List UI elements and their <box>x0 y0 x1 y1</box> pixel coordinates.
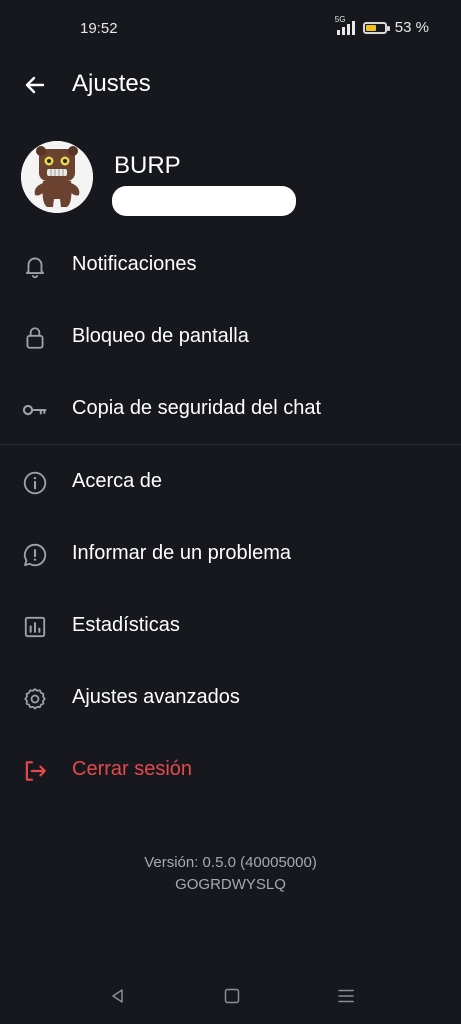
status-indicators: 5G 53 % <box>335 15 429 37</box>
arrow-left-icon <box>25 76 45 94</box>
chart-icon <box>21 613 49 641</box>
menu-label: Cerrar sesión <box>72 758 193 780</box>
menu-item-notificaciones[interactable]: Notificaciones <box>0 228 461 300</box>
menu-label: Informar de un problema <box>72 542 292 564</box>
menu-item-informar-problema[interactable]: Informar de un problema <box>0 517 461 589</box>
build-id: GOGRDWYSLQ <box>175 876 286 893</box>
battery-percent: 53 % <box>394 19 429 36</box>
profile-subtitle-redacted <box>112 186 296 216</box>
version-number: Versión: 0.5.0 (40005000) <box>144 854 317 871</box>
settings-menu: Notificaciones Bloqueo de pantalla Copia… <box>0 228 461 805</box>
gear-icon <box>21 685 49 713</box>
menu-label: Bloqueo de pantalla <box>72 325 249 347</box>
menu-label: Estadísticas <box>72 614 180 636</box>
menu-item-acerca-de[interactable]: Acerca de <box>0 445 461 517</box>
logout-icon <box>21 757 49 785</box>
status-bar: 19:52 5G 53 % <box>0 0 461 60</box>
battery-fill <box>365 24 376 31</box>
menu-lines-icon <box>338 989 354 1003</box>
menu-item-bloqueo-de-pantalla[interactable]: Bloqueo de pantalla <box>0 300 461 372</box>
system-nav-bar <box>0 976 461 1016</box>
square-home-icon <box>224 988 240 1004</box>
app-header: Ajustes <box>0 60 461 110</box>
menu-item-cerrar-sesion[interactable]: Cerrar sesión <box>0 733 461 805</box>
status-time: 19:52 <box>80 20 118 37</box>
menu-item-copia-de-seguridad[interactable]: Copia de seguridad del chat <box>0 372 461 444</box>
nav-back-button[interactable] <box>106 984 130 1008</box>
triangle-back-icon <box>112 989 123 1003</box>
menu-label: Copia de seguridad del chat <box>72 397 322 419</box>
menu-label: Acerca de <box>72 470 163 492</box>
nav-home-button[interactable] <box>220 984 244 1008</box>
profile-name: BURP <box>114 152 181 179</box>
nav-recents-button[interactable] <box>334 984 358 1008</box>
report-bubble-icon <box>21 541 49 569</box>
signal-icon: 5G <box>335 15 355 35</box>
menu-label: Notificaciones <box>72 253 197 275</box>
back-button[interactable] <box>18 70 52 100</box>
page-title: Ajustes <box>72 70 151 97</box>
avatar[interactable] <box>21 141 93 213</box>
profile-section[interactable]: BURP <box>0 138 461 218</box>
version-info: Versión: 0.5.0 (40005000) GOGRDWYSLQ <box>0 852 461 896</box>
menu-item-ajustes-avanzados[interactable]: Ajustes avanzados <box>0 661 461 733</box>
key-icon <box>21 396 49 424</box>
menu-item-estadisticas[interactable]: Estadísticas <box>0 589 461 661</box>
bell-icon <box>21 252 49 280</box>
info-icon <box>21 469 49 497</box>
lock-icon <box>21 324 49 352</box>
battery-icon <box>362 21 390 34</box>
bear-avatar-icon <box>21 141 93 213</box>
menu-label: Ajustes avanzados <box>72 686 240 708</box>
network-type: 5G <box>334 14 346 24</box>
